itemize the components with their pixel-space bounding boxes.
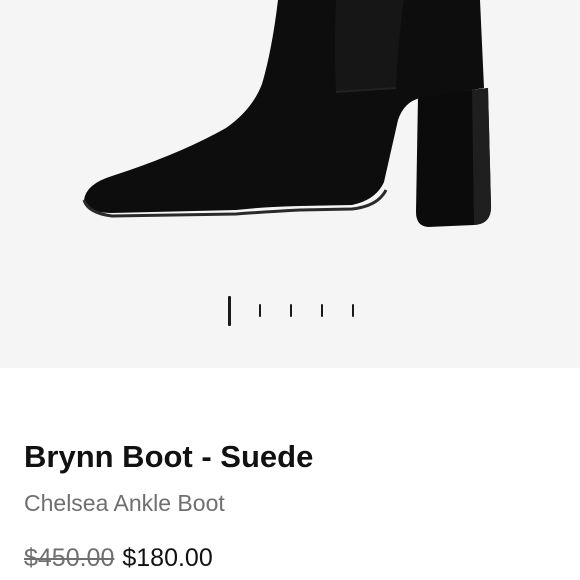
sale-price: $180.00 <box>122 544 213 572</box>
product-detail-screen: Brynn Boot - Suede Chelsea Ankle Boot $4… <box>0 0 580 580</box>
product-image-gallery[interactable] <box>0 0 580 368</box>
product-info: Brynn Boot - Suede Chelsea Ankle Boot $4… <box>0 368 580 580</box>
product-title: Brynn Boot - Suede <box>24 439 314 474</box>
image-pager[interactable] <box>224 296 364 326</box>
original-price: $450.00 <box>24 544 115 572</box>
product-subtitle: Chelsea Ankle Boot <box>24 490 225 516</box>
pager-dot-2[interactable] <box>259 304 261 317</box>
pager-dot-1[interactable] <box>228 296 231 326</box>
pager-dot-4[interactable] <box>321 304 323 317</box>
pager-dot-5[interactable] <box>352 304 354 317</box>
pager-dot-3[interactable] <box>290 304 292 317</box>
price-row: $450.00 $180.00 <box>24 542 213 574</box>
